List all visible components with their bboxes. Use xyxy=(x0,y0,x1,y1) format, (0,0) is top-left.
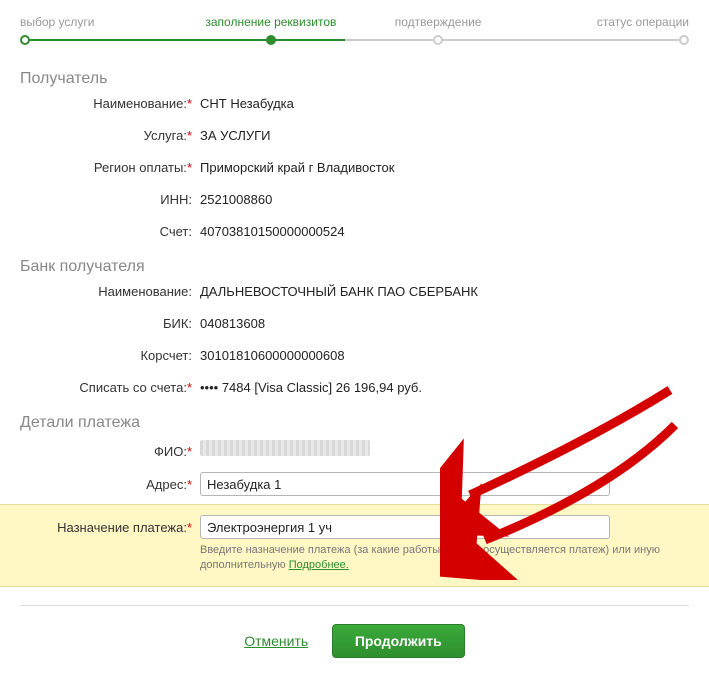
row-bank-name: Наименование: ДАЛЬНЕВОСТОЧНЫЙ БАНК ПАО С… xyxy=(20,284,689,308)
step-label: подтверждение xyxy=(395,15,482,29)
label-address: Адрес: xyxy=(146,477,187,492)
value-name: СНТ Незабудка xyxy=(200,96,689,111)
value-service: ЗА УСЛУГИ xyxy=(200,128,689,143)
step-status: статус операции xyxy=(522,15,689,45)
cancel-link[interactable]: Отменить xyxy=(244,633,308,649)
row-bik: БИК: 040813608 xyxy=(20,316,689,340)
section-details-title: Детали платежа xyxy=(20,414,689,432)
row-recipient-name: Наименование:* СНТ Незабудка xyxy=(20,96,689,120)
row-corr: Корсчет: 30101810600000000608 xyxy=(20,348,689,372)
label-fio: ФИО: xyxy=(154,444,187,459)
row-from-account: Списать со счета:* •••• 7484 [Visa Class… xyxy=(20,380,689,404)
value-region: Приморский край г Владивосток xyxy=(200,160,689,175)
row-purpose: Назначение платежа:* Введите назначение … xyxy=(20,515,689,574)
step-label: статус операции xyxy=(597,15,689,29)
separator xyxy=(20,605,689,606)
progress-stepper: выбор услуги заполнение реквизитов подтв… xyxy=(20,15,689,55)
value-account: 40703810150000000524 xyxy=(200,224,689,239)
row-region: Регион оплаты:* Приморский край г Владив… xyxy=(20,160,689,184)
purpose-hint: Введите назначение платежа (за какие раб… xyxy=(200,543,689,574)
submit-button[interactable]: Продолжить xyxy=(332,624,465,658)
label-bank-name: Наименование: xyxy=(98,284,192,299)
label-service: Услуга: xyxy=(144,128,187,143)
value-corr: 30101810600000000608 xyxy=(200,348,689,363)
row-fio: ФИО:* xyxy=(20,440,689,464)
row-account: Счет: 40703810150000000524 xyxy=(20,224,689,248)
row-service: Услуга:* ЗА УСЛУГИ xyxy=(20,128,689,152)
hint-more-link[interactable]: Подробнее. xyxy=(289,559,349,571)
step-label: заполнение реквизитов xyxy=(205,15,336,29)
label-account: Счет: xyxy=(160,224,192,239)
label-name: Наименование: xyxy=(93,96,187,111)
purpose-input[interactable] xyxy=(200,515,610,539)
purpose-highlight: Назначение платежа:* Введите назначение … xyxy=(0,504,709,587)
step-label: выбор услуги xyxy=(20,15,95,29)
hint-text: Введите назначение платежа (за какие раб… xyxy=(200,544,660,571)
value-fio-redacted xyxy=(200,440,370,456)
label-from-account: Списать со счета: xyxy=(79,380,187,395)
value-bank-name: ДАЛЬНЕВОСТОЧНЫЙ БАНК ПАО СБЕРБАНК xyxy=(200,284,689,299)
value-bik: 040813608 xyxy=(200,316,689,331)
row-inn: ИНН: 2521008860 xyxy=(20,192,689,216)
label-bik: БИК: xyxy=(163,316,192,331)
label-purpose: Назначение платежа: xyxy=(57,520,187,535)
step-details: заполнение реквизитов xyxy=(187,15,354,45)
label-corr: Корсчет: xyxy=(140,348,192,363)
value-from-account: •••• 7484 [Visa Classic] 26 196,94 руб. xyxy=(200,380,689,395)
action-bar: Отменить Продолжить xyxy=(20,624,689,658)
section-bank-title: Банк получателя xyxy=(20,258,689,276)
value-inn: 2521008860 xyxy=(200,192,689,207)
row-address: Адрес:* xyxy=(20,472,689,496)
step-service: выбор услуги xyxy=(20,15,187,45)
address-input[interactable] xyxy=(200,472,610,496)
label-region: Регион оплаты: xyxy=(94,160,187,175)
step-confirm: подтверждение xyxy=(355,15,522,45)
section-recipient-title: Получатель xyxy=(20,70,689,88)
label-inn: ИНН: xyxy=(160,192,192,207)
